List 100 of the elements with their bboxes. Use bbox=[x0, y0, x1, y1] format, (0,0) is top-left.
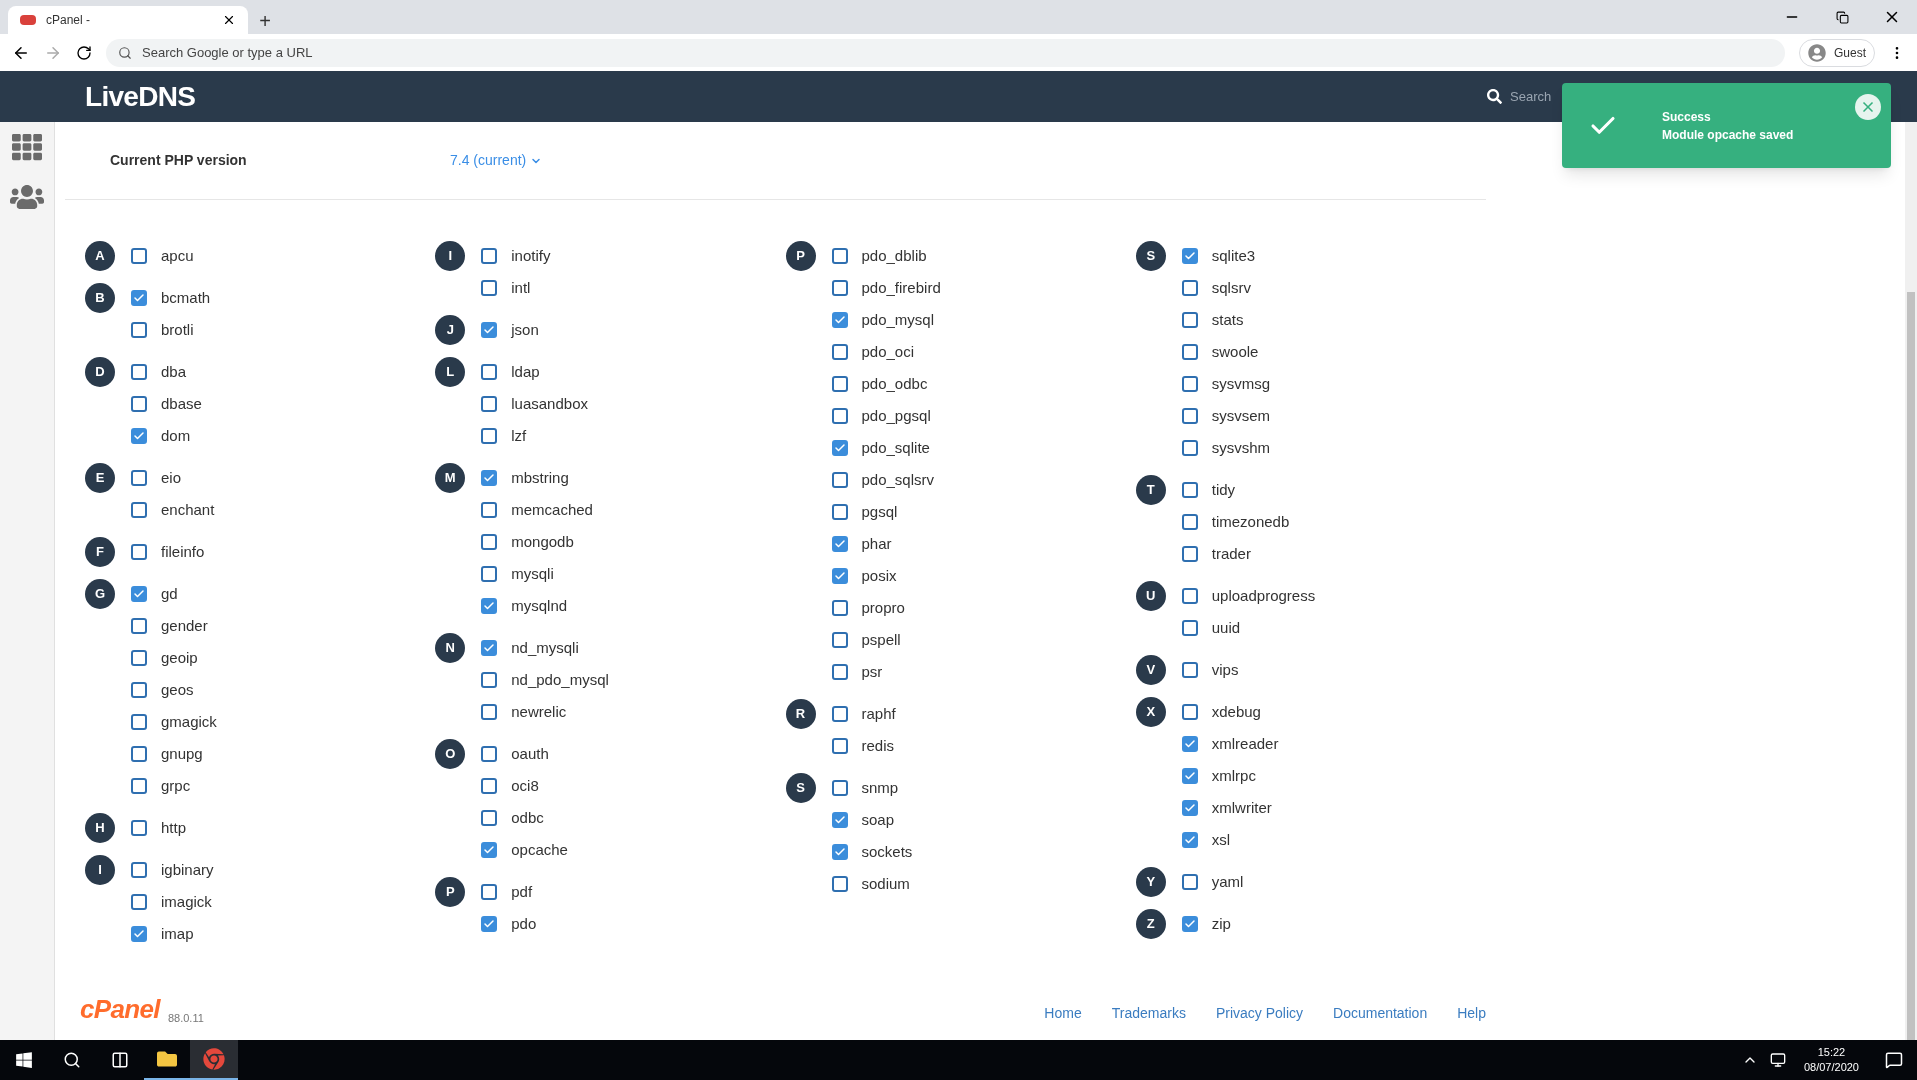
footer-link[interactable]: Privacy Policy bbox=[1215, 1003, 1304, 1024]
checkbox[interactable] bbox=[831, 632, 848, 648]
checkbox[interactable] bbox=[131, 396, 147, 412]
checkbox[interactable] bbox=[1181, 408, 1198, 424]
footer-link[interactable]: Documentation bbox=[1333, 1003, 1428, 1024]
checkbox[interactable] bbox=[131, 650, 147, 666]
checkbox[interactable] bbox=[481, 566, 498, 582]
checkbox[interactable] bbox=[481, 428, 498, 444]
checkbox[interactable] bbox=[481, 640, 498, 656]
footer-link[interactable]: Help bbox=[1457, 1003, 1486, 1024]
checkbox[interactable] bbox=[1181, 376, 1198, 392]
checkbox[interactable] bbox=[131, 778, 147, 794]
checkbox[interactable] bbox=[481, 364, 498, 380]
checkbox[interactable] bbox=[831, 504, 848, 520]
address-field[interactable]: Search Google or type a URL bbox=[142, 42, 1773, 63]
checkbox[interactable] bbox=[831, 568, 848, 584]
checkbox[interactable] bbox=[831, 738, 848, 754]
checkbox[interactable] bbox=[481, 322, 498, 338]
checkbox[interactable] bbox=[131, 862, 147, 878]
checkbox[interactable] bbox=[831, 408, 848, 424]
checkbox[interactable] bbox=[131, 894, 147, 910]
checkbox[interactable] bbox=[831, 706, 848, 722]
checkbox[interactable] bbox=[131, 290, 147, 306]
checkbox[interactable] bbox=[831, 344, 848, 360]
scrollbar[interactable] bbox=[1905, 122, 1917, 1040]
checkbox[interactable] bbox=[1181, 588, 1198, 604]
grid-icon[interactable] bbox=[12, 132, 42, 162]
address-bar[interactable]: Search Google or type a URL bbox=[106, 38, 1785, 67]
checkbox[interactable] bbox=[481, 672, 498, 688]
checkbox[interactable] bbox=[831, 312, 848, 328]
checkbox[interactable] bbox=[131, 248, 147, 264]
footer-link[interactable]: Home bbox=[1044, 1003, 1082, 1024]
checkbox[interactable] bbox=[1181, 514, 1198, 530]
checkbox[interactable] bbox=[1181, 312, 1198, 328]
php-version-dropdown[interactable]: 7.4 (current) bbox=[450, 150, 543, 171]
checkbox[interactable] bbox=[1181, 546, 1198, 562]
checkbox[interactable] bbox=[831, 280, 848, 296]
checkbox[interactable] bbox=[831, 472, 848, 488]
task-view-icon[interactable] bbox=[111, 1051, 129, 1069]
checkbox[interactable] bbox=[1181, 662, 1198, 678]
checkbox[interactable] bbox=[131, 618, 147, 634]
checkbox[interactable] bbox=[831, 876, 848, 892]
browser-tab[interactable]: cPanel - bbox=[8, 6, 248, 34]
checkbox[interactable] bbox=[131, 544, 147, 560]
checkbox[interactable] bbox=[481, 280, 498, 296]
checkbox[interactable] bbox=[481, 470, 498, 486]
checkbox[interactable] bbox=[131, 682, 147, 698]
checkbox[interactable] bbox=[831, 440, 848, 456]
checkbox[interactable] bbox=[481, 778, 498, 794]
checkbox[interactable] bbox=[1181, 768, 1198, 784]
checkbox[interactable] bbox=[131, 586, 147, 602]
search-field[interactable]: Search bbox=[1510, 86, 1554, 107]
checkbox[interactable] bbox=[481, 534, 498, 550]
checkbox[interactable] bbox=[131, 428, 147, 444]
checkbox[interactable] bbox=[131, 714, 147, 730]
checkbox[interactable] bbox=[831, 248, 848, 264]
checkbox[interactable] bbox=[1181, 280, 1198, 296]
checkbox[interactable] bbox=[831, 844, 848, 860]
checkbox[interactable] bbox=[131, 746, 147, 762]
checkbox[interactable] bbox=[831, 376, 848, 392]
search-icon[interactable] bbox=[63, 1051, 81, 1069]
restore-icon[interactable] bbox=[1836, 10, 1849, 24]
network-icon[interactable] bbox=[1769, 1052, 1786, 1068]
checkbox[interactable] bbox=[1181, 736, 1198, 752]
checkbox[interactable] bbox=[1181, 874, 1198, 890]
checkbox[interactable] bbox=[1181, 800, 1198, 816]
checkbox[interactable] bbox=[481, 884, 498, 900]
checkbox[interactable] bbox=[131, 820, 147, 836]
new-tab-button[interactable]: + bbox=[248, 6, 282, 34]
checkbox[interactable] bbox=[831, 812, 848, 828]
checkbox[interactable] bbox=[131, 470, 147, 486]
checkbox[interactable] bbox=[831, 536, 848, 552]
checkbox[interactable] bbox=[131, 926, 147, 942]
checkbox[interactable] bbox=[131, 364, 147, 380]
close-icon[interactable] bbox=[222, 13, 236, 27]
checkbox[interactable] bbox=[831, 664, 848, 680]
checkbox[interactable] bbox=[481, 396, 498, 412]
checkbox[interactable] bbox=[1181, 620, 1198, 636]
checkbox[interactable] bbox=[1181, 248, 1198, 264]
checkbox[interactable] bbox=[1181, 704, 1198, 720]
footer-link[interactable]: Trademarks bbox=[1111, 1003, 1186, 1024]
checkbox[interactable] bbox=[481, 248, 498, 264]
checkbox[interactable] bbox=[481, 598, 498, 614]
checkbox[interactable] bbox=[1181, 482, 1198, 498]
checkbox[interactable] bbox=[131, 322, 147, 338]
checkbox[interactable] bbox=[131, 502, 147, 518]
checkbox[interactable] bbox=[481, 502, 498, 518]
checkbox[interactable] bbox=[1181, 916, 1198, 932]
checkbox[interactable] bbox=[1181, 344, 1198, 360]
checkbox[interactable] bbox=[831, 780, 848, 796]
reload-icon[interactable] bbox=[76, 44, 92, 61]
checkbox[interactable] bbox=[481, 746, 498, 762]
chrome-taskbar-icon[interactable] bbox=[190, 1040, 238, 1080]
checkbox[interactable] bbox=[481, 842, 498, 858]
checkbox[interactable] bbox=[1181, 832, 1198, 848]
checkbox[interactable] bbox=[831, 600, 848, 616]
checkbox[interactable] bbox=[481, 810, 498, 826]
notification-icon[interactable] bbox=[1885, 1051, 1903, 1069]
checkbox[interactable] bbox=[1181, 440, 1198, 456]
checkbox[interactable] bbox=[481, 916, 498, 932]
